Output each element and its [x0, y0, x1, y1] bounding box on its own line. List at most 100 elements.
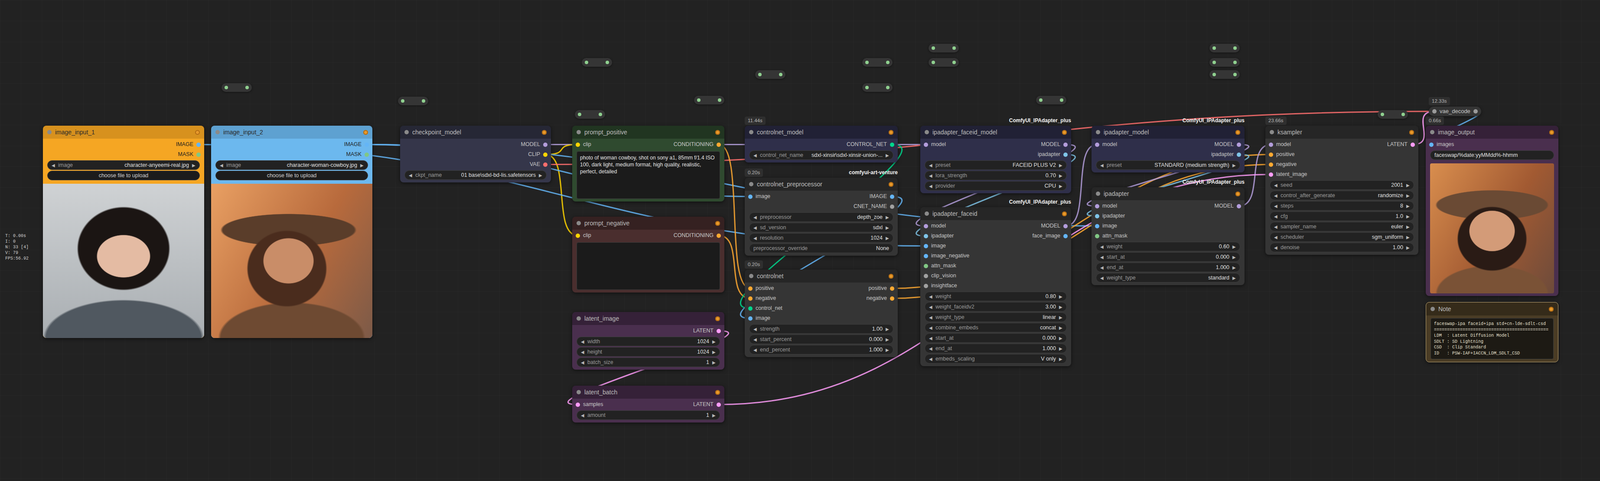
output-slot[interactable]: IMAGE: [175, 140, 201, 149]
reroute-node[interactable]: [928, 58, 959, 67]
increment-arrow[interactable]: ▶: [1059, 172, 1063, 180]
input-dot[interactable]: [923, 254, 929, 259]
reroute-dot[interactable]: [421, 99, 426, 103]
collapse-dot-icon[interactable]: [576, 390, 581, 395]
combo-widget[interactable]: ◀providerCPU▶: [924, 181, 1067, 191]
number-widget[interactable]: ◀start_at0.000▶: [1095, 252, 1241, 262]
reroute-node[interactable]: [1209, 58, 1240, 67]
decrement-arrow[interactable]: ◀: [580, 348, 585, 356]
output-dot[interactable]: [1236, 142, 1242, 147]
graph-node[interactable]: ipadapter_faceid_modelComfyUI_IPAdapter_…: [920, 125, 1072, 194]
increment-arrow[interactable]: ▶: [712, 359, 716, 366]
collapse-dot-icon[interactable]: [1430, 130, 1435, 135]
output-slot[interactable]: MODEL: [521, 140, 548, 149]
output-slot[interactable]: positive: [868, 284, 895, 293]
graph-node[interactable]: ksampler23.66smodelLATENTpositivenegativ…: [1265, 125, 1419, 255]
output-slot[interactable]: CONDITIONING: [673, 140, 721, 149]
increment-arrow[interactable]: ▶: [1059, 335, 1063, 342]
decrement-arrow[interactable]: ◀: [753, 234, 757, 242]
graph-node[interactable]: image_input_2IMAGEMASK◀imagecharacter-wo…: [211, 125, 373, 339]
number-widget[interactable]: ◀steps8▶: [1269, 201, 1415, 211]
output-slot[interactable]: MODEL: [1214, 202, 1242, 211]
reroute-node[interactable]: [581, 58, 613, 67]
node-header[interactable]: Note: [1426, 302, 1558, 316]
graph-node[interactable]: controlnet_preprocessor0.20scomfyui-art-…: [744, 177, 898, 256]
output-dot[interactable]: [716, 402, 721, 408]
input-slot[interactable]: ipadapter: [1094, 211, 1125, 221]
reroute-node[interactable]: [694, 95, 725, 105]
input-slot[interactable]: clip: [575, 140, 592, 149]
number-widget[interactable]: ◀denoise1.00▶: [1269, 242, 1415, 253]
collapse-dot-icon[interactable]: [1430, 306, 1435, 312]
increment-arrow[interactable]: ▶: [192, 162, 196, 169]
output-slot[interactable]: CNET_NAME: [853, 202, 895, 211]
combo-widget[interactable]: ◀imagecharacter-anyeemi-real.jpg▶: [47, 160, 200, 170]
reroute-dot[interactable]: [865, 85, 869, 90]
increment-arrow[interactable]: ▶: [1406, 234, 1410, 241]
reroute-dot[interactable]: [778, 72, 783, 77]
increment-arrow[interactable]: ▶: [1406, 213, 1410, 220]
decrement-arrow[interactable]: ◀: [928, 345, 933, 352]
decrement-arrow[interactable]: ◀: [1274, 213, 1278, 220]
increment-arrow[interactable]: ▶: [885, 346, 890, 354]
decrement-arrow[interactable]: ◀: [753, 152, 757, 159]
input-slot[interactable]: latent_image: [1268, 170, 1308, 179]
collapse-dot-icon[interactable]: [576, 130, 581, 135]
node-header[interactable]: image_output: [1425, 125, 1559, 139]
reroute-dot[interactable]: [1380, 112, 1385, 117]
reroute-dot[interactable]: [931, 46, 936, 50]
output-dot[interactable]: [889, 194, 895, 199]
graph-node[interactable]: prompt_negativeclipCONDITIONING: [572, 216, 725, 293]
input-dot[interactable]: [923, 283, 929, 289]
collapse-dot-icon[interactable]: [215, 130, 220, 135]
reroute-dot[interactable]: [1059, 98, 1064, 102]
node-header[interactable]: ipadapter_faceid: [920, 207, 1072, 221]
number-widget[interactable]: ◀end_percent1.000▶: [749, 345, 894, 355]
output-slot[interactable]: ipadapter: [1211, 150, 1242, 159]
graph-node[interactable]: ipadapterComfyUI_IPAdapter_plusmodelMODE…: [1091, 187, 1245, 286]
input-slot[interactable]: clip: [575, 231, 592, 240]
node-header[interactable]: latent_batch: [572, 385, 725, 399]
combo-widget[interactable]: ◀presetFACEID PLUS V2▶: [924, 160, 1067, 170]
output-slot[interactable]: MODEL: [1041, 221, 1068, 231]
input-slot[interactable]: image: [1094, 221, 1118, 231]
number-widget[interactable]: ◀start_percent0.000▶: [749, 334, 894, 345]
number-widget[interactable]: ◀end_at1.000▶: [1095, 262, 1241, 273]
prompt-textarea[interactable]: photo of woman cowboy, shot on sony a1, …: [576, 151, 721, 199]
combo-widget[interactable]: ◀weight_typelinear▶: [924, 312, 1067, 323]
number-widget[interactable]: ◀amount1▶: [576, 410, 721, 421]
reroute-node[interactable]: [221, 83, 252, 92]
increment-arrow[interactable]: ▶: [1406, 192, 1410, 199]
input-dot[interactable]: [575, 142, 581, 147]
output-slot[interactable]: IMAGE: [869, 192, 895, 201]
reroute-dot[interactable]: [697, 98, 701, 102]
input-dot[interactable]: [748, 194, 753, 199]
upload-button[interactable]: choose file to upload: [47, 170, 200, 181]
reroute-node[interactable]: [755, 70, 786, 79]
decrement-arrow[interactable]: ◀: [753, 346, 757, 354]
node-header[interactable]: controlnet: [744, 269, 898, 283]
output-slot[interactable]: MASK: [346, 150, 369, 159]
input-dot[interactable]: [748, 306, 753, 311]
number-widget[interactable]: ◀resolution1024▶: [749, 233, 894, 243]
link-wire[interactable]: [718, 174, 1271, 405]
increment-arrow[interactable]: ▶: [1232, 162, 1236, 169]
collapse-dot-icon[interactable]: [749, 182, 754, 187]
reroute-dot[interactable]: [758, 72, 762, 77]
reroute-dot[interactable]: [224, 85, 229, 90]
increment-arrow[interactable]: ▶: [1406, 223, 1410, 231]
reroute-dot[interactable]: [1039, 98, 1043, 102]
output-slot[interactable]: VAE: [529, 160, 548, 169]
reroute-node[interactable]: [574, 110, 606, 119]
increment-arrow[interactable]: ▶: [1232, 254, 1236, 261]
reroute-dot[interactable]: [1233, 72, 1237, 77]
output-dot[interactable]: [196, 142, 201, 147]
increment-arrow[interactable]: ▶: [1406, 182, 1410, 189]
output-dot[interactable]: [1063, 142, 1068, 147]
decrement-arrow[interactable]: ◀: [928, 182, 933, 190]
decrement-arrow[interactable]: ◀: [1100, 162, 1104, 169]
graph-node[interactable]: image_output0.66simagesfaceswap/%date:yy…: [1425, 125, 1559, 297]
number-widget[interactable]: ◀start_at0.000▶: [924, 333, 1067, 343]
collapse-dot-icon[interactable]: [404, 130, 409, 135]
number-widget[interactable]: ◀height1024▶: [576, 347, 721, 357]
